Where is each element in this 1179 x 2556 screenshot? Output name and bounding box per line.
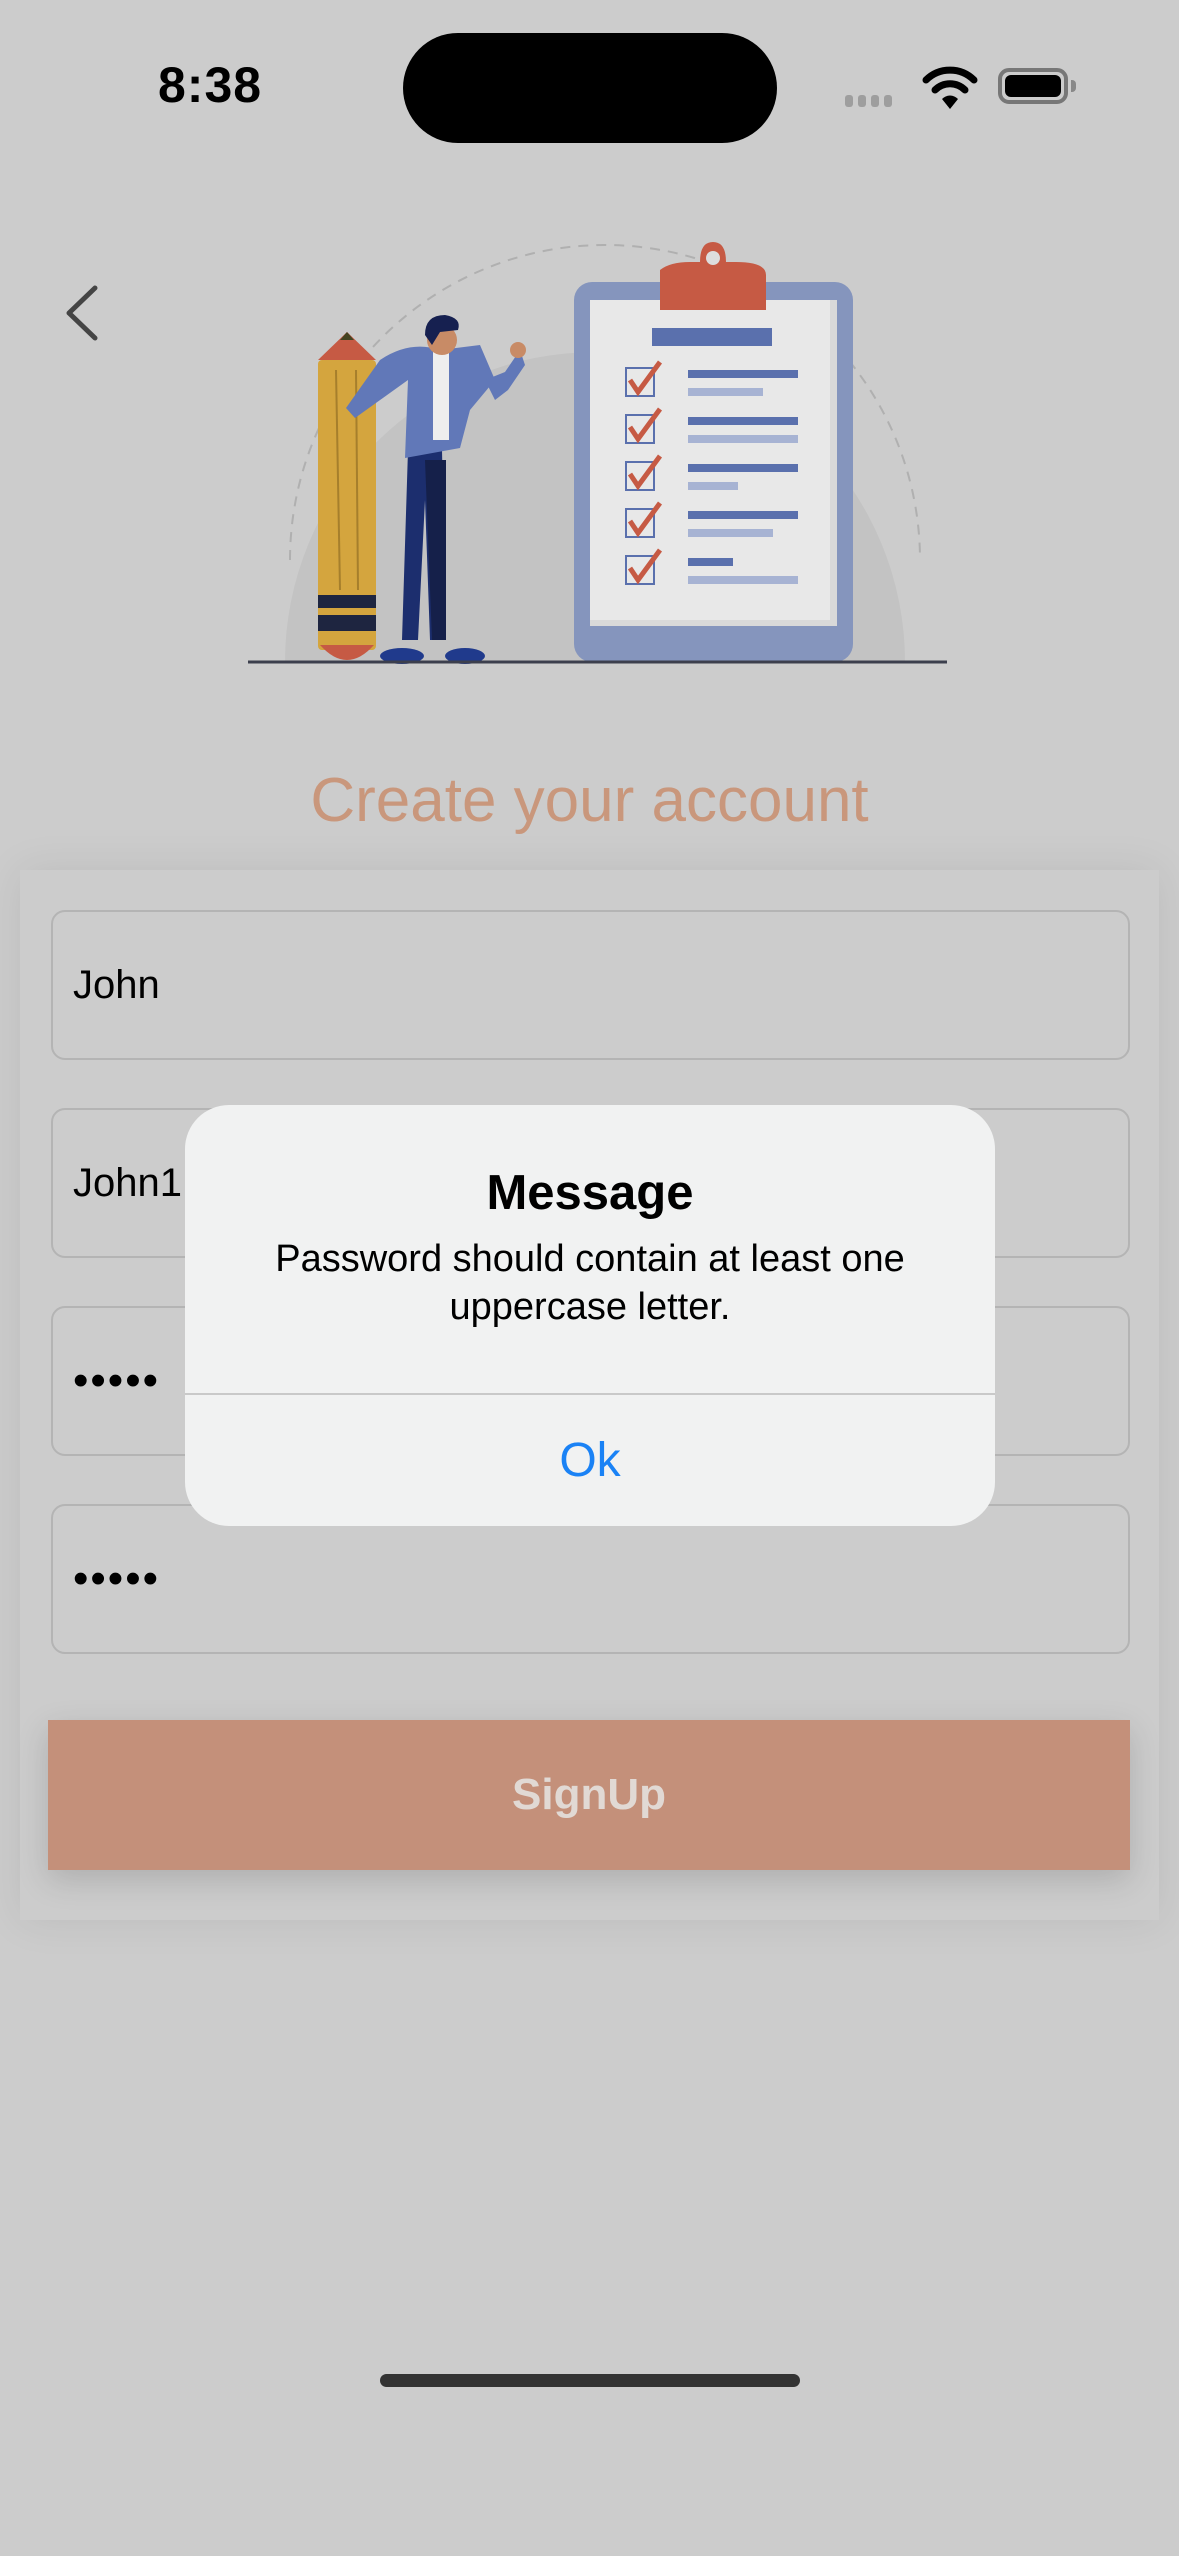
confirm-password-value: •••••: [73, 1554, 161, 1603]
signup-illustration: [248, 242, 947, 664]
alert-message: Password should contain at least one upp…: [275, 1238, 905, 1328]
wifi-icon: [922, 66, 978, 109]
first-name-field[interactable]: John: [51, 910, 1130, 1060]
signup-button[interactable]: SignUp: [48, 1720, 1130, 1870]
alert-ok-button[interactable]: Ok: [185, 1395, 995, 1526]
checklist-line: [688, 370, 798, 378]
dynamic-island: [403, 33, 777, 143]
alert-dialog: Message Password should contain at least…: [185, 1105, 995, 1526]
status-time: 8:38: [158, 57, 263, 113]
username-value: John1: [73, 1160, 182, 1205]
first-name-value: John: [73, 962, 160, 1007]
checklist-line: [688, 482, 738, 490]
checklist-line: [688, 417, 798, 425]
back-chevron-icon[interactable]: [55, 280, 115, 345]
checklist-line: [688, 388, 763, 396]
confirm-password-field[interactable]: •••••: [51, 1504, 1130, 1654]
checklist-line: [688, 529, 773, 537]
checklist-line: [688, 511, 798, 519]
battery-icon: [998, 68, 1068, 104]
cellular-signal-icon: [845, 95, 892, 107]
home-indicator[interactable]: [380, 2374, 800, 2387]
checklist-line: [688, 558, 733, 566]
checklist-line: [688, 576, 798, 584]
page-title: Create your account: [310, 766, 869, 835]
checklist-line: [688, 435, 798, 443]
alert-title: Message: [486, 1166, 694, 1220]
password-value: •••••: [73, 1356, 161, 1405]
battery-cap: [1071, 80, 1076, 92]
checklist-line: [688, 464, 798, 472]
